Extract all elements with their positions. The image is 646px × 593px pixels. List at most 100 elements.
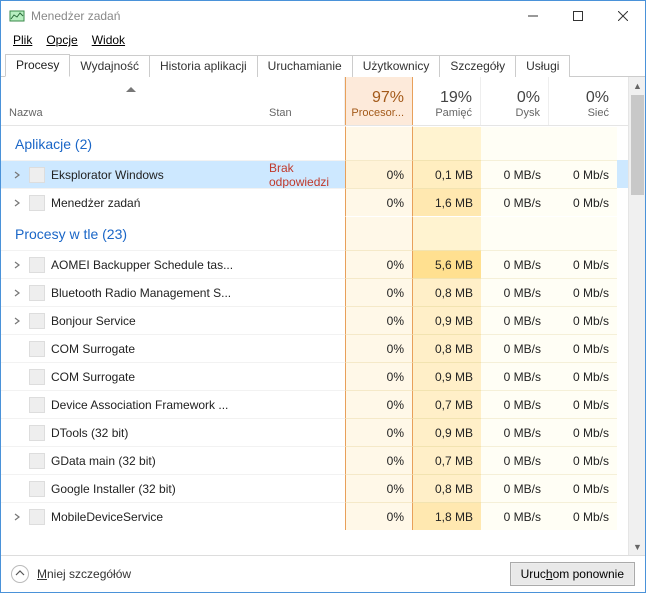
col-header-network[interactable]: 0% Sieć <box>549 77 617 125</box>
process-name: COM Surrogate <box>51 342 135 356</box>
tab-szczegóły[interactable]: Szczegóły <box>439 55 516 77</box>
expand-chevron-icon[interactable] <box>11 287 23 299</box>
process-icon <box>29 453 45 469</box>
sort-caret-icon <box>126 87 136 92</box>
expand-chevron-icon[interactable] <box>11 315 23 327</box>
menu-options[interactable]: Opcje <box>40 32 83 48</box>
cell-name[interactable]: Bluetooth Radio Management S... <box>1 278 261 306</box>
cell-cpu: 0% <box>345 502 413 530</box>
cell-net: 0 Mb/s <box>549 502 617 530</box>
scroll-down-arrow[interactable]: ▼ <box>629 538 646 555</box>
menubar: Plik Opcje Widok <box>1 31 645 51</box>
process-row[interactable]: Device Association Framework ...0%0,7 MB… <box>1 390 628 418</box>
tab-użytkownicy[interactable]: Użytkownicy <box>352 55 441 77</box>
cell-cpu: 0% <box>345 390 413 418</box>
process-row[interactable]: Bonjour Service0%0,9 MB0 MB/s0 Mb/s <box>1 306 628 334</box>
section-header: Aplikacje (2) <box>1 126 628 160</box>
process-name: AOMEI Backupper Schedule tas... <box>51 258 233 272</box>
cell-mem: 1,6 MB <box>413 188 481 216</box>
process-name: Eksplorator Windows <box>51 168 164 182</box>
tab-uruchamianie[interactable]: Uruchamianie <box>257 55 353 77</box>
col-header-cpu[interactable]: 97% Procesor... <box>345 77 413 125</box>
expand-chevron-icon[interactable] <box>11 259 23 271</box>
menu-file[interactable]: Plik <box>7 32 38 48</box>
process-row[interactable]: COM Surrogate0%0,8 MB0 MB/s0 Mb/s <box>1 334 628 362</box>
task-manager-window: Menedżer zadań Plik Opcje Widok ProcesyW… <box>0 0 646 593</box>
cell-mem: 0,8 MB <box>413 334 481 362</box>
vertical-scrollbar[interactable]: ▲ ▼ <box>628 77 645 555</box>
cell-mem: 0,9 MB <box>413 362 481 390</box>
cell-disk: 0 MB/s <box>481 334 549 362</box>
cell-status <box>261 306 345 334</box>
process-row[interactable]: DTools (32 bit)0%0,9 MB0 MB/s0 Mb/s <box>1 418 628 446</box>
tab-usługi[interactable]: Usługi <box>515 55 570 77</box>
process-name: GData main (32 bit) <box>51 454 156 468</box>
fewer-details-toggle[interactable] <box>11 565 29 583</box>
fewer-details-label[interactable]: Mniej szczegółów <box>37 567 131 581</box>
cell-cpu: 0% <box>345 446 413 474</box>
cell-name[interactable]: COM Surrogate <box>1 334 261 362</box>
process-name: MobileDeviceService <box>51 510 163 524</box>
process-row[interactable]: AOMEI Backupper Schedule tas...0%5,6 MB0… <box>1 250 628 278</box>
expand-chevron-icon[interactable] <box>11 197 23 209</box>
process-row[interactable]: Google Installer (32 bit)0%0,8 MB0 MB/s0… <box>1 474 628 502</box>
cell-status <box>261 418 345 446</box>
process-row[interactable]: Eksplorator WindowsBrak odpowiedzi0%0,1 … <box>1 160 628 188</box>
tab-procesy[interactable]: Procesy <box>5 54 70 77</box>
process-name: Bonjour Service <box>51 314 136 328</box>
process-row[interactable]: GData main (32 bit)0%0,7 MB0 MB/s0 Mb/s <box>1 446 628 474</box>
cell-status: Brak odpowiedzi <box>261 160 345 188</box>
cell-name[interactable]: AOMEI Backupper Schedule tas... <box>1 250 261 278</box>
cell-name[interactable]: Device Association Framework ... <box>1 390 261 418</box>
cell-net: 0 Mb/s <box>549 362 617 390</box>
process-name: COM Surrogate <box>51 370 135 384</box>
process-icon <box>29 397 45 413</box>
expand-chevron-icon[interactable] <box>11 511 23 523</box>
cell-name[interactable]: Google Installer (32 bit) <box>1 474 261 502</box>
cell-status <box>261 362 345 390</box>
process-name: Device Association Framework ... <box>51 398 228 412</box>
window-title: Menedżer zadań <box>31 9 120 23</box>
cell-net: 0 Mb/s <box>549 160 617 188</box>
cell-name[interactable]: COM Surrogate <box>1 362 261 390</box>
tab-historia-aplikacji[interactable]: Historia aplikacji <box>149 55 258 77</box>
expand-chevron-icon[interactable] <box>11 169 23 181</box>
col-header-memory[interactable]: 19% Pamięć <box>413 77 481 125</box>
process-row[interactable]: MobileDeviceService0%1,8 MB0 MB/s0 Mb/s <box>1 502 628 530</box>
cell-cpu: 0% <box>345 160 413 188</box>
scroll-thumb[interactable] <box>631 95 644 195</box>
cell-disk: 0 MB/s <box>481 474 549 502</box>
menu-view[interactable]: Widok <box>86 32 131 48</box>
cell-name[interactable]: GData main (32 bit) <box>1 446 261 474</box>
minimize-button[interactable] <box>510 1 555 31</box>
maximize-button[interactable] <box>555 1 600 31</box>
process-row[interactable]: Menedżer zadań0%1,6 MB0 MB/s0 Mb/s <box>1 188 628 216</box>
process-row[interactable]: Bluetooth Radio Management S...0%0,8 MB0… <box>1 278 628 306</box>
col-header-status[interactable]: Stan <box>261 77 345 125</box>
close-button[interactable] <box>600 1 645 31</box>
cell-disk: 0 MB/s <box>481 502 549 530</box>
cell-name[interactable]: Menedżer zadań <box>1 188 261 216</box>
process-name: DTools (32 bit) <box>51 426 128 440</box>
cell-disk: 0 MB/s <box>481 250 549 278</box>
process-row[interactable]: COM Surrogate0%0,9 MB0 MB/s0 Mb/s <box>1 362 628 390</box>
process-rows[interactable]: Aplikacje (2) Eksplorator Windows Brak odp… <box>1 126 628 555</box>
cell-net: 0 Mb/s <box>549 278 617 306</box>
expand-chevron-icon <box>11 399 23 411</box>
cell-cpu: 0% <box>345 188 413 216</box>
cell-name[interactable]: DTools (32 bit) <box>1 418 261 446</box>
cell-name[interactable]: Eksplorator Windows <box>1 160 261 188</box>
cell-name[interactable]: MobileDeviceService <box>1 502 261 530</box>
cell-mem: 0,9 MB <box>413 306 481 334</box>
titlebar[interactable]: Menedżer zadań <box>1 1 645 31</box>
col-header-name[interactable]: Nazwa <box>1 77 261 125</box>
cell-cpu: 0% <box>345 250 413 278</box>
cell-net: 0 Mb/s <box>549 390 617 418</box>
restart-button[interactable]: Uruchom ponownie <box>510 562 635 586</box>
cell-cpu: 0% <box>345 362 413 390</box>
tab-wydajność[interactable]: Wydajność <box>69 55 150 77</box>
col-header-disk[interactable]: 0% Dysk <box>481 77 549 125</box>
scroll-up-arrow[interactable]: ▲ <box>629 77 646 94</box>
cell-status <box>261 446 345 474</box>
cell-name[interactable]: Bonjour Service <box>1 306 261 334</box>
